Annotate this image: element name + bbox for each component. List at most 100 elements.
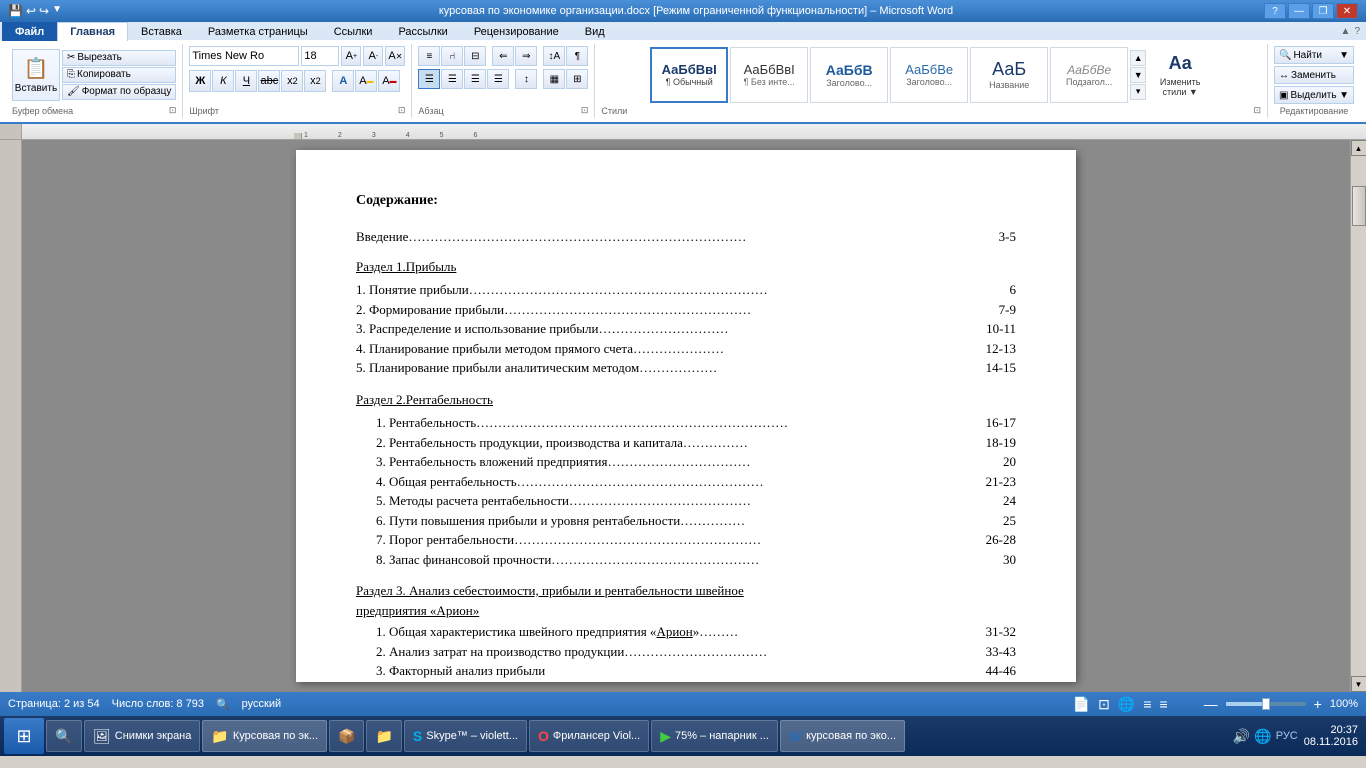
ribbon-collapse-btn[interactable]: ▲ bbox=[1341, 26, 1351, 37]
find-button[interactable]: 🔍 Найти ▼ bbox=[1274, 46, 1354, 64]
spell-check-icon[interactable]: 🔍 bbox=[216, 698, 230, 711]
clock[interactable]: 20:37 08.11.2016 bbox=[1304, 724, 1358, 748]
network-icon[interactable]: 🌐 bbox=[1254, 728, 1271, 745]
font-expand-icon[interactable]: ⊡ bbox=[398, 105, 406, 116]
font-shrink-button[interactable]: A- bbox=[363, 46, 383, 66]
language-tray[interactable]: РУС bbox=[1276, 730, 1298, 742]
style-heading2[interactable]: АаБбВe Заголово... bbox=[890, 47, 968, 103]
change-styles-button[interactable]: Аа Изменитьстили ▼ bbox=[1148, 47, 1212, 103]
strikethrough-button[interactable]: abc bbox=[258, 70, 280, 92]
search-button[interactable]: 🔍 bbox=[46, 720, 82, 752]
help-ribbon-btn[interactable]: ? bbox=[1354, 26, 1360, 37]
align-center-button[interactable]: ☰ bbox=[441, 69, 463, 89]
cut-button[interactable]: ✂Вырезать bbox=[62, 50, 176, 66]
tab-layout[interactable]: Разметка страницы bbox=[195, 22, 321, 41]
tab-insert[interactable]: Вставка bbox=[128, 22, 195, 41]
increase-indent-button[interactable]: ⇒ bbox=[515, 46, 537, 66]
select-button[interactable]: ▣ Выделить ▼ bbox=[1274, 86, 1354, 104]
style-nospacing[interactable]: АаБбВвI ¶ Без инте... bbox=[730, 47, 808, 103]
taskbar-word[interactable]: W курсовая по эко... bbox=[780, 720, 905, 752]
tab-view[interactable]: Вид bbox=[572, 22, 618, 41]
editing-label: Редактирование bbox=[1274, 104, 1354, 116]
bullets-button[interactable]: ≡ bbox=[418, 46, 440, 66]
ruler-corner[interactable] bbox=[0, 124, 22, 140]
view-web-btn[interactable]: 🌐 bbox=[1118, 696, 1135, 713]
volume-icon[interactable]: 🔊 bbox=[1233, 728, 1250, 745]
view-draft-btn[interactable]: ≡ bbox=[1160, 696, 1168, 712]
tab-review[interactable]: Рецензирование bbox=[461, 22, 572, 41]
bold-button[interactable]: Ж bbox=[189, 70, 211, 92]
styles-expand-icon[interactable]: ⊡ bbox=[1253, 105, 1261, 116]
zoom-slider[interactable] bbox=[1226, 702, 1306, 706]
start-button[interactable]: ⊞ bbox=[4, 718, 44, 754]
italic-button[interactable]: К bbox=[212, 70, 234, 92]
highlight-button[interactable]: A▬ bbox=[355, 70, 377, 92]
taskbar-app2[interactable]: 📁 bbox=[366, 720, 401, 752]
close-btn[interactable]: ✕ bbox=[1336, 3, 1358, 19]
tab-home[interactable]: Главная bbox=[57, 22, 128, 41]
style-subtitle[interactable]: АаБбВe Подзагол... bbox=[1050, 47, 1128, 103]
styles-more[interactable]: ▾ bbox=[1130, 84, 1146, 100]
clear-formatting-button[interactable]: A✕ bbox=[385, 46, 405, 66]
tab-references[interactable]: Ссылки bbox=[321, 22, 386, 41]
redo-quick-btn[interactable]: ↪ bbox=[39, 4, 49, 18]
view-full-btn[interactable]: ⊡ bbox=[1098, 696, 1110, 713]
help-btn[interactable]: ? bbox=[1264, 3, 1286, 19]
replace-button[interactable]: ↔ Заменить bbox=[1274, 66, 1354, 84]
styles-scroll-down[interactable]: ▼ bbox=[1130, 67, 1146, 83]
borders-button[interactable]: ⊞ bbox=[566, 69, 588, 89]
text-effects-button[interactable]: A bbox=[332, 70, 354, 92]
clipboard-expand-icon[interactable]: ⊡ bbox=[169, 105, 177, 116]
view-outline-btn[interactable]: ≡ bbox=[1143, 696, 1151, 712]
sort-button[interactable]: ↕A bbox=[543, 46, 565, 66]
multilevel-button[interactable]: ⊟ bbox=[464, 46, 486, 66]
font-size-input[interactable] bbox=[301, 46, 339, 66]
paste-label: Вставить bbox=[15, 83, 57, 94]
font-color-button[interactable]: A▬ bbox=[378, 70, 400, 92]
subscript-button[interactable]: x2 bbox=[281, 70, 303, 92]
scrollbar-thumb[interactable] bbox=[1352, 186, 1366, 226]
line-spacing-button[interactable]: ↕ bbox=[515, 69, 537, 89]
taskbar-screenshots[interactable]: 🖼 Снимки экрана bbox=[84, 720, 200, 752]
taskbar-app1[interactable]: 📦 bbox=[329, 720, 364, 752]
save-quick-btn[interactable]: 💾 bbox=[8, 4, 23, 18]
shading-button[interactable]: ▦ bbox=[543, 69, 565, 89]
taskbar-skype[interactable]: S Skype™ – violett... bbox=[404, 720, 527, 752]
paragraph-expand-icon[interactable]: ⊡ bbox=[581, 105, 589, 116]
zoom-in-button[interactable]: + bbox=[1314, 696, 1322, 712]
more-quick-btn[interactable]: ▼ bbox=[52, 4, 62, 18]
scrollbar-track[interactable] bbox=[1351, 156, 1366, 676]
align-right-button[interactable]: ☰ bbox=[464, 69, 486, 89]
tab-mailings[interactable]: Рассылки bbox=[385, 22, 460, 41]
undo-quick-btn[interactable]: ↩ bbox=[26, 4, 36, 18]
font-name-input[interactable] bbox=[189, 46, 299, 66]
copy-button[interactable]: ⎘Копировать bbox=[62, 67, 176, 83]
taskbar-freelancer[interactable]: O Фрилансер Viol... bbox=[529, 720, 649, 752]
font-grow-button[interactable]: A+ bbox=[341, 46, 361, 66]
change-styles-icon: Аа bbox=[1169, 53, 1192, 74]
style-heading1[interactable]: АаБбВ Заголово... bbox=[810, 47, 888, 103]
numbering-button[interactable]: ⑁ bbox=[441, 46, 463, 66]
minimize-btn[interactable]: — bbox=[1288, 3, 1310, 19]
underline-button[interactable]: Ч bbox=[235, 70, 257, 92]
taskbar-75pct[interactable]: ▶ 75% – напарник ... bbox=[651, 720, 778, 752]
style-title[interactable]: АаБ Название bbox=[970, 47, 1048, 103]
view-print-btn[interactable]: 📄 bbox=[1073, 696, 1090, 713]
scroll-down-button[interactable]: ▼ bbox=[1351, 676, 1366, 692]
style-normal[interactable]: АаБбВвI ¶ Обычный bbox=[650, 47, 728, 103]
superscript-button[interactable]: x2 bbox=[304, 70, 326, 92]
justify-button[interactable]: ☰ bbox=[487, 69, 509, 89]
maximize-btn[interactable]: ❐ bbox=[1312, 3, 1334, 19]
show-marks-button[interactable]: ¶ bbox=[566, 46, 588, 66]
format-paint-button[interactable]: 🖌Формат по образцу bbox=[62, 84, 176, 100]
taskbar-coursework-explorer[interactable]: 📁 Курсовая по эк... bbox=[202, 720, 327, 752]
toc-2-2: 2. Рентабельность продукции, производств… bbox=[356, 433, 1016, 453]
styles-scroll-up[interactable]: ▲ bbox=[1130, 50, 1146, 66]
tab-file[interactable]: Файл bbox=[2, 22, 57, 41]
language[interactable]: русский bbox=[242, 698, 281, 710]
paste-button[interactable]: 📋 Вставить bbox=[12, 49, 60, 101]
align-left-button[interactable]: ☰ bbox=[418, 69, 440, 89]
decrease-indent-button[interactable]: ⇐ bbox=[492, 46, 514, 66]
scroll-up-button[interactable]: ▲ bbox=[1351, 140, 1366, 156]
zoom-out-button[interactable]: — bbox=[1204, 696, 1218, 712]
